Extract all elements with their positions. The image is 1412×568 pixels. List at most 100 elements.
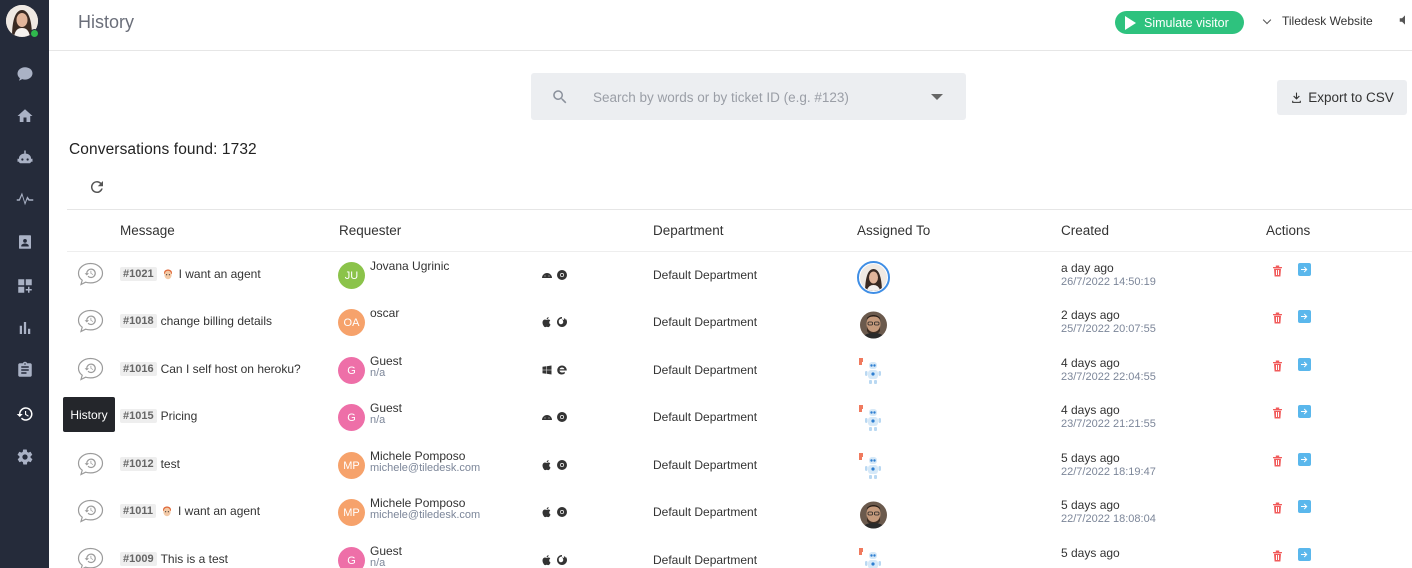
- sound-icon[interactable]: [1398, 13, 1412, 27]
- simulate-visitor-label: Simulate visitor: [1144, 15, 1229, 30]
- assignee-avatar: [857, 261, 890, 294]
- sidebar-item-conversations[interactable]: [0, 54, 49, 94]
- open-conversation-icon[interactable]: [1298, 405, 1311, 418]
- sidebar-item-home[interactable]: [0, 96, 49, 136]
- open-conversation-icon[interactable]: [1298, 263, 1311, 276]
- delete-icon[interactable]: [1272, 311, 1283, 324]
- table-row[interactable]: #1015 Pricing G Guest n/a Default Department 4…: [67, 394, 1412, 441]
- refresh-icon[interactable]: [88, 178, 106, 196]
- conversations-count: Conversations found: 1732: [69, 141, 257, 158]
- message-cell[interactable]: #1015 Pricing: [120, 409, 197, 423]
- column-header-assigned-to: Assigned To: [857, 223, 931, 238]
- message-cell[interactable]: #1021 I want an agent: [120, 267, 261, 281]
- ticket-id: #1015: [120, 409, 157, 423]
- column-header-created: Created: [1061, 223, 1110, 238]
- message-cell[interactable]: #1012 test: [120, 457, 180, 471]
- column-header-message: Message: [120, 223, 175, 238]
- delete-icon[interactable]: [1272, 454, 1283, 467]
- open-conversation-icon[interactable]: [1298, 500, 1311, 513]
- ticket-id: #1016: [120, 362, 157, 376]
- conversation-history-icon[interactable]: [77, 452, 104, 476]
- created-timestamp: 22/7/2022 18:08:04: [1061, 513, 1156, 525]
- clipboard-icon: [17, 361, 32, 377]
- conversation-history-icon[interactable]: [77, 547, 104, 568]
- requester-name: Michele Pomposo: [370, 449, 466, 463]
- windows-icon: [542, 365, 552, 375]
- delete-icon[interactable]: [1272, 264, 1283, 277]
- device-icons: [541, 316, 568, 328]
- column-header-actions: Actions: [1266, 223, 1311, 238]
- table-row[interactable]: #1018 change billing details OA oscar Defaul…: [67, 299, 1412, 346]
- simulate-visitor-button[interactable]: Simulate visitor: [1115, 11, 1244, 34]
- sidebar-item-history[interactable]: [0, 394, 49, 434]
- message-cell[interactable]: #1016 Can I self host on heroku?: [120, 362, 301, 376]
- apps-icon: [17, 279, 32, 293]
- table-row[interactable]: #1011 I want an agent MP Michele Pomposo mic…: [67, 489, 1412, 536]
- open-conversation-icon[interactable]: [1298, 358, 1311, 371]
- agent-face-icon: [162, 506, 172, 517]
- requester-avatar: JU: [338, 262, 365, 289]
- sidebar-item-contacts[interactable]: [0, 222, 49, 262]
- ticket-id: #1021: [120, 267, 157, 281]
- export-csv-button[interactable]: Export to CSV: [1277, 80, 1407, 115]
- sidebar-item-bots[interactable]: [0, 138, 49, 178]
- android-icon: [542, 273, 552, 278]
- table-row[interactable]: #1016 Can I self host on heroku? G Guest n/a…: [67, 347, 1412, 394]
- sidebar-item-settings[interactable]: [0, 437, 49, 477]
- sidebar-item-apps[interactable]: [0, 266, 49, 306]
- department-cell: Default Department: [653, 268, 758, 282]
- requester-email: n/a: [370, 557, 386, 568]
- message-cell[interactable]: #1009 This is a test: [120, 552, 228, 566]
- assigned-to-cell: [857, 498, 890, 531]
- message-text: Pricing: [160, 409, 198, 423]
- advanced-search-dropdown-icon[interactable]: [931, 94, 943, 100]
- agent-face-icon: [163, 269, 173, 280]
- sidebar-item-activities[interactable]: [0, 180, 49, 220]
- sidebar-item-analytics[interactable]: [0, 308, 49, 348]
- delete-icon[interactable]: [1272, 549, 1283, 562]
- created-relative: 5 days ago: [1061, 498, 1120, 512]
- search-input[interactable]: [593, 85, 923, 109]
- delete-icon[interactable]: [1272, 359, 1283, 372]
- created-timestamp: 23/7/2022 22:04:55: [1061, 371, 1156, 383]
- project-name: Tiledesk Website: [1282, 14, 1373, 28]
- requester-name: Michele Pomposo: [370, 496, 466, 510]
- sidebar-item-requests[interactable]: [0, 350, 49, 390]
- conversation-history-icon[interactable]: [77, 499, 104, 523]
- activity-icon: [16, 192, 33, 206]
- conversation-history-icon[interactable]: [77, 357, 104, 381]
- requester-initials: JU: [344, 269, 359, 282]
- delete-icon[interactable]: [1272, 501, 1283, 514]
- message-text: This is a test: [160, 552, 228, 566]
- message-cell[interactable]: #1011 I want an agent: [120, 504, 260, 518]
- open-conversation-icon[interactable]: [1298, 453, 1311, 466]
- device-icons: [541, 459, 568, 471]
- table-row[interactable]: #1012 test MP Michele Pomposo michele@tilede…: [67, 442, 1412, 489]
- created-relative: 4 days ago: [1061, 356, 1120, 370]
- created-relative: 5 days ago: [1061, 546, 1120, 560]
- device-icons: [541, 506, 568, 518]
- firefox-icon: [557, 555, 567, 565]
- assignee-avatar: [860, 501, 887, 529]
- requester-initials: G: [347, 364, 356, 377]
- open-conversation-icon[interactable]: [1298, 548, 1311, 561]
- conversation-history-icon[interactable]: [77, 262, 104, 286]
- delete-icon[interactable]: [1272, 406, 1283, 419]
- bot-icon: [17, 150, 32, 164]
- apple-icon: [542, 317, 551, 328]
- message-cell[interactable]: #1018 change billing details: [120, 314, 272, 328]
- open-conversation-icon[interactable]: [1298, 310, 1311, 323]
- created-timestamp: 22/7/2022 18:19:47: [1061, 466, 1156, 478]
- assigned-to-cell: [857, 403, 890, 436]
- project-selector[interactable]: Tiledesk Website: [1262, 14, 1373, 28]
- assigned-to-cell: [857, 308, 890, 341]
- requester-name: Jovana Ugrinic: [370, 259, 450, 273]
- analytics-icon: [19, 322, 30, 334]
- conversation-history-icon[interactable]: [77, 309, 104, 333]
- table-row[interactable]: #1021 I want an agent JU Jovana Ugrinic Defa…: [67, 252, 1412, 299]
- device-icons: [541, 269, 568, 281]
- device-icons: [541, 554, 568, 566]
- table-row[interactable]: #1009 This is a test G Guest n/a Default Depa…: [67, 537, 1412, 568]
- ticket-id: #1011: [120, 504, 156, 518]
- assigned-to-cell: [857, 451, 890, 484]
